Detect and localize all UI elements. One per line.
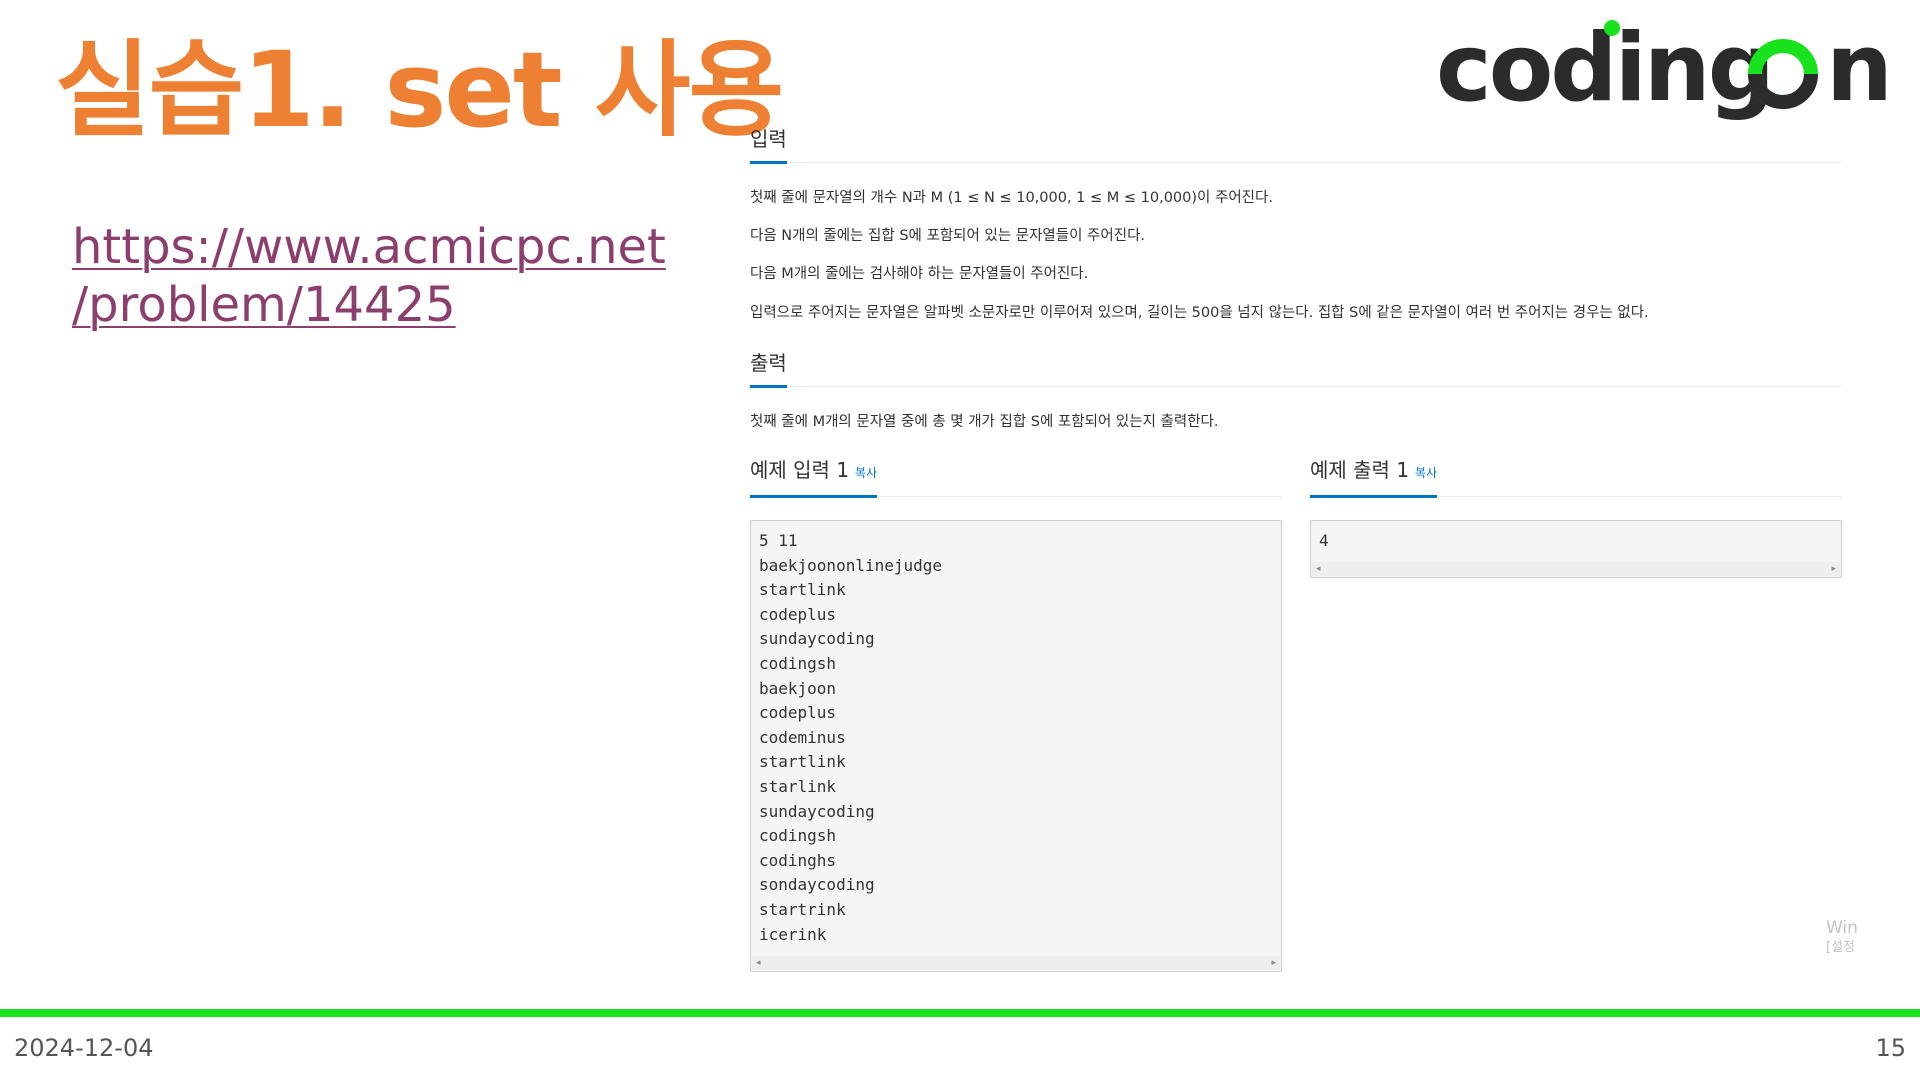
output-description-line: 첫째 줄에 M개의 문자열 중에 총 몇 개가 집합 S에 포함되어 있는지 출… bbox=[750, 414, 1219, 430]
slide-title: 실습1. set 사용 bbox=[55, 29, 784, 151]
scroll-left-icon[interactable]: ◂ bbox=[756, 957, 761, 969]
sample-input-line: startlink bbox=[759, 580, 846, 600]
sample-input-line: sondaycoding bbox=[759, 875, 875, 895]
sample-input-line: baekjoon bbox=[759, 678, 837, 698]
problem-link-line1[interactable]: https://www.acmicpc.net bbox=[72, 218, 692, 276]
input-heading: 입력 bbox=[750, 125, 787, 164]
sample-input-code: 5 11 baekjoononlinejudge startlink codeplus… bbox=[751, 521, 1281, 947]
sample-output-scrollbar[interactable]: ◂ ▸ bbox=[1312, 562, 1840, 576]
sample-output-code: 4 bbox=[1311, 521, 1841, 554]
input-description-line: 첫째 줄에 문자열의 개수 N과 M (1 ≤ N ≤ 10,000, 1 ≤ … bbox=[750, 190, 1273, 206]
scroll-right-icon[interactable]: ▸ bbox=[1831, 563, 1836, 575]
sample-input-line: baekjoononlinejudge bbox=[759, 555, 943, 575]
output-heading: 출력 bbox=[750, 349, 787, 388]
input-description-line: 입력으로 주어지는 문자열은 알파벳 소문자로만 이루어져 있으며, 길이는 5… bbox=[750, 305, 1649, 321]
sample-input-line: 5 11 bbox=[759, 531, 798, 550]
problem-link[interactable]: https://www.acmicpc.net /problem/14425 bbox=[72, 218, 692, 334]
sample-input-line: startlink bbox=[759, 752, 846, 772]
output-section-header: 출력 bbox=[750, 344, 1842, 388]
sample-input-line: codeplus bbox=[759, 703, 837, 723]
scroll-left-icon[interactable]: ◂ bbox=[1316, 563, 1321, 575]
footer-date: 2024-12-04 bbox=[14, 1034, 154, 1062]
sample-input-scrollbar[interactable]: ◂ ▸ bbox=[752, 956, 1280, 970]
problem-link-line2[interactable]: /problem/14425 bbox=[72, 276, 692, 334]
sample-input-column: 예제 입력 1 복사 bbox=[750, 454, 1282, 498]
sample-output-heading: 예제 출력 1 bbox=[1310, 458, 1410, 482]
sample-input-copy-button[interactable]: 복사 bbox=[855, 466, 877, 480]
footer-bar bbox=[0, 1009, 1920, 1017]
sample-input-line: codeplus bbox=[759, 604, 837, 624]
scroll-right-icon[interactable]: ▸ bbox=[1271, 957, 1276, 969]
sample-input-line: icerink bbox=[759, 924, 827, 944]
input-description-line: 다음 N개의 줄에는 집합 S에 포함되어 있는 문자열들이 주어진다. bbox=[750, 228, 1146, 244]
sample-input-line: sundaycoding bbox=[759, 629, 875, 649]
logo-text-left: coding bbox=[1436, 14, 1772, 123]
sample-output-copy-button[interactable]: 복사 bbox=[1415, 466, 1437, 480]
watermark-line1: Win bbox=[1826, 918, 1858, 938]
sample-input-line: codingsh bbox=[759, 826, 837, 846]
page-number: 15 bbox=[1875, 1034, 1906, 1062]
sample-input-line: codeminus bbox=[759, 727, 846, 747]
codingon-logo: coding n bbox=[1436, 14, 1896, 124]
sample-output-box[interactable]: 4 ◂ ▸ bbox=[1310, 520, 1842, 578]
logo-text-right: n bbox=[1826, 14, 1893, 123]
sample-input-heading: 예제 입력 1 bbox=[750, 458, 850, 482]
watermark-line2: [설정 bbox=[1826, 940, 1855, 955]
input-description-line: 다음 M개의 줄에는 검사해야 하는 문자열들이 주어진다. bbox=[750, 266, 1089, 282]
sample-input-line: codinghs bbox=[759, 850, 837, 870]
sample-input-line: codingsh bbox=[759, 653, 837, 673]
sample-output-header: 예제 출력 1 복사 bbox=[1310, 454, 1842, 498]
sample-input-box[interactable]: 5 11 baekjoononlinejudge startlink codeplus… bbox=[750, 520, 1282, 972]
windows-activation-watermark: Win [설정 bbox=[1826, 918, 1858, 958]
sample-output-column: 예제 출력 1 복사 bbox=[1310, 454, 1842, 498]
input-section-header: 입력 bbox=[750, 120, 1842, 164]
sample-input-header: 예제 입력 1 복사 bbox=[750, 454, 1282, 498]
sample-input-line: sundaycoding bbox=[759, 801, 875, 821]
sample-input-line: startrink bbox=[759, 899, 846, 919]
sample-output-line: 4 bbox=[1319, 531, 1329, 550]
sample-input-line: starlink bbox=[759, 776, 837, 796]
